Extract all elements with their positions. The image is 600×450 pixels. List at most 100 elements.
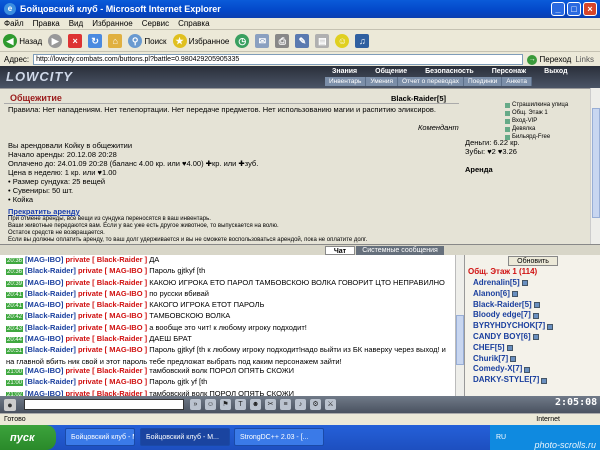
place-item[interactable]: Общ. Этаж 1 bbox=[505, 109, 589, 117]
menu-tools[interactable]: Сервис bbox=[142, 19, 169, 28]
media-button[interactable]: ♫ bbox=[355, 32, 370, 50]
message-private-tag[interactable]: private [ Black-Raider ] bbox=[65, 366, 149, 375]
minimize-button[interactable]: _ bbox=[551, 2, 565, 16]
subnav-fights[interactable]: Поединки bbox=[464, 77, 503, 86]
info-icon[interactable] bbox=[506, 345, 513, 352]
place-item[interactable]: Девялка bbox=[505, 125, 589, 133]
user-name[interactable]: Black-Raider[5] bbox=[391, 94, 446, 103]
user-list-item[interactable]: BYRYHDYCHOK[7] bbox=[473, 321, 593, 332]
message-private-tag[interactable]: private [ MAG-IBO ] bbox=[78, 377, 149, 386]
message-private-tag[interactable]: private [ MAG-IBO ] bbox=[78, 323, 149, 332]
message-private-tag[interactable]: private [ Black-Raider ] bbox=[65, 255, 149, 264]
user-list-item[interactable]: Alanon[6] bbox=[473, 289, 593, 300]
nav-character[interactable]: Персонаж bbox=[483, 67, 535, 77]
menu-help[interactable]: Справка bbox=[178, 19, 209, 28]
forward-button[interactable]: ▶ bbox=[48, 32, 63, 50]
message-private-tag[interactable]: private [ MAG-IBO ] bbox=[78, 345, 149, 354]
links-button[interactable]: Links bbox=[575, 55, 594, 64]
message-private-tag[interactable]: private [ MAG-IBO ] bbox=[78, 311, 149, 320]
maximize-button[interactable]: □ bbox=[567, 2, 581, 16]
nav-communication[interactable]: Общение bbox=[366, 67, 416, 77]
user-list-item[interactable]: CANDY BOY[6] bbox=[473, 332, 593, 343]
info-icon[interactable] bbox=[511, 291, 518, 298]
user-list-item[interactable]: Churik[7] bbox=[473, 354, 593, 365]
refresh-button[interactable]: Обновить bbox=[508, 256, 558, 266]
message-sender[interactable]: [Black-Raider] bbox=[25, 377, 78, 386]
user-name[interactable]: DARKY-STYLE[7] bbox=[473, 375, 539, 386]
smile-icon[interactable]: ☺ bbox=[205, 399, 216, 410]
print-button[interactable]: ⎙ bbox=[275, 32, 290, 50]
user-name[interactable]: Alanon[6] bbox=[473, 289, 510, 300]
info-icon[interactable] bbox=[532, 334, 539, 341]
subnav-skills[interactable]: Умения bbox=[366, 77, 399, 86]
user-list-item[interactable]: Adrenalin[5] bbox=[473, 278, 593, 289]
refresh-button[interactable]: ↻ bbox=[88, 32, 103, 50]
clear-icon[interactable]: ● bbox=[4, 398, 16, 411]
user-name[interactable]: BYRYHDYCHOK[7] bbox=[473, 321, 545, 332]
user-icon[interactable]: ☻ bbox=[250, 399, 261, 410]
info-icon[interactable] bbox=[547, 323, 554, 330]
subnav-transfers[interactable]: Отчет о переводах bbox=[398, 77, 464, 86]
subnav-profile[interactable]: Анкета bbox=[502, 77, 532, 86]
subnav-inventory[interactable]: Инвентарь bbox=[325, 77, 367, 86]
user-name[interactable]: Adrenalin[5] bbox=[473, 278, 520, 289]
favorites-button[interactable]: ★ Избранное bbox=[172, 32, 229, 50]
message-private-tag[interactable]: private [ Black-Raider ] bbox=[65, 389, 149, 396]
nav-knowledge[interactable]: Знания bbox=[323, 67, 366, 77]
message-private-tag[interactable]: private [ Black-Raider ] bbox=[65, 278, 149, 287]
send-icon[interactable]: » bbox=[190, 399, 201, 410]
user-name[interactable]: Bloody edge[7] bbox=[473, 310, 531, 321]
info-icon[interactable] bbox=[533, 301, 540, 308]
message-sender[interactable]: [Black-Raider] bbox=[25, 311, 78, 320]
task-item[interactable]: Бойцовский клуб - M... bbox=[140, 428, 230, 446]
messenger-button[interactable]: ☺ bbox=[335, 32, 350, 50]
message-sender[interactable]: [MAG-IBO] bbox=[25, 300, 65, 309]
message-sender[interactable]: [MAG-IBO] bbox=[25, 278, 65, 287]
menu-favorites[interactable]: Избранное bbox=[92, 19, 133, 28]
place-item[interactable]: Бильярд-Free bbox=[505, 133, 589, 141]
back-button[interactable]: ◀ Назад bbox=[3, 32, 42, 50]
user-name[interactable]: Churik[7] bbox=[473, 354, 508, 365]
user-list-item[interactable]: CHEF[5] bbox=[473, 343, 593, 354]
list-icon[interactable]: ≡ bbox=[280, 399, 291, 410]
user-list-item[interactable]: DARKY-STYLE[7] bbox=[473, 375, 593, 386]
info-icon[interactable] bbox=[541, 377, 548, 384]
info-icon[interactable] bbox=[524, 366, 531, 373]
task-item[interactable]: StrongDC++ 2.03 - [... bbox=[234, 428, 324, 446]
task-item[interactable]: Бойцовский клуб - M... bbox=[65, 428, 135, 446]
info-icon[interactable] bbox=[532, 312, 539, 319]
nav-exit[interactable]: Выход bbox=[535, 67, 576, 77]
menu-file[interactable]: Файл bbox=[4, 19, 24, 28]
message-sender[interactable]: [Black-Raider] bbox=[25, 289, 78, 298]
message-sender[interactable]: [MAG-IBO] bbox=[25, 366, 65, 375]
user-list-item[interactable]: Comedy-X[7] bbox=[473, 364, 593, 375]
go-button[interactable]: → Переход bbox=[527, 54, 571, 65]
chat-input[interactable] bbox=[24, 399, 184, 410]
message-sender[interactable]: [Black-Raider] bbox=[25, 345, 78, 354]
message-private-tag[interactable]: private [ Black-Raider ] bbox=[65, 300, 149, 309]
discuss-button[interactable]: ▤ bbox=[315, 32, 330, 50]
stop-button[interactable]: × bbox=[68, 32, 83, 50]
chat-scrollbar[interactable] bbox=[455, 255, 464, 396]
info-icon[interactable] bbox=[510, 355, 517, 362]
sound-icon[interactable]: ♪ bbox=[295, 399, 306, 410]
message-sender[interactable]: [MAG-IBO] bbox=[25, 389, 65, 396]
mail-button[interactable]: ✉ bbox=[255, 32, 270, 50]
settings-icon[interactable]: ⚙ bbox=[310, 399, 321, 410]
fight-icon[interactable]: ⚔ bbox=[325, 399, 336, 410]
menu-edit[interactable]: Правка bbox=[33, 19, 60, 28]
lang-indicator[interactable]: RU bbox=[496, 434, 506, 441]
place-item[interactable]: Вход-VIP bbox=[505, 117, 589, 125]
message-private-tag[interactable]: private [ MAG-IBO ] bbox=[78, 289, 149, 298]
message-sender[interactable]: [Black-Raider] bbox=[25, 323, 78, 332]
user-name[interactable]: Black-Raider[5] bbox=[473, 300, 532, 311]
scissors-icon[interactable]: ✂ bbox=[265, 399, 276, 410]
close-button[interactable]: × bbox=[583, 2, 597, 16]
message-sender[interactable]: [Black-Raider] bbox=[25, 266, 78, 275]
home-button[interactable]: ⌂ bbox=[108, 32, 123, 50]
edit-button[interactable]: ✎ bbox=[295, 32, 310, 50]
user-list-item[interactable]: Bloody edge[7] bbox=[473, 310, 593, 321]
translit-icon[interactable]: T bbox=[235, 399, 246, 410]
search-button[interactable]: ⚲ Поиск bbox=[128, 32, 167, 50]
history-button[interactable]: ◷ bbox=[235, 32, 250, 50]
